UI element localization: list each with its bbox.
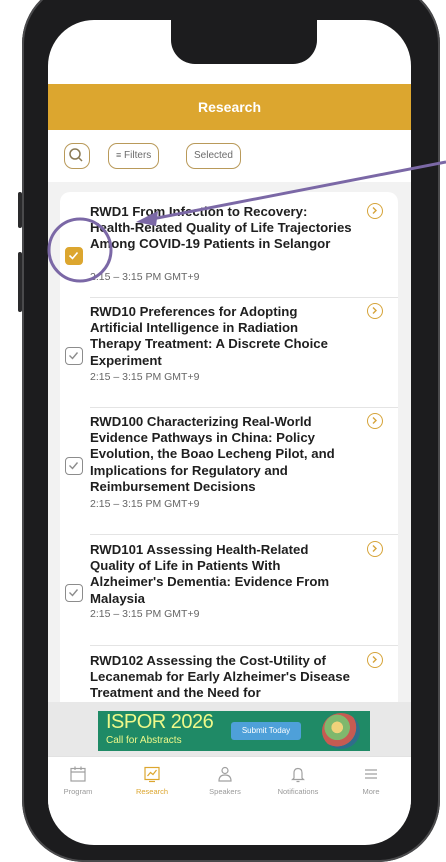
calendar-icon bbox=[70, 766, 86, 782]
list-item[interactable]: RWD10 Preferences for Adopting Artificia… bbox=[60, 299, 398, 399]
page-title: Research bbox=[197, 99, 262, 115]
session-checkbox[interactable] bbox=[65, 347, 83, 365]
session-checkbox[interactable] bbox=[65, 247, 83, 265]
list-item[interactable]: RWD101 Assessing Health-Related Quality … bbox=[60, 536, 398, 636]
session-title: RWD102 Assessing the Cost-Utility of Lec… bbox=[90, 653, 350, 701]
session-title: RWD1 From Infection to Recovery: Health-… bbox=[90, 204, 352, 252]
check-icon bbox=[69, 352, 79, 360]
session-list[interactable]: RWD1 From Infection to Recovery: Health-… bbox=[60, 192, 398, 712]
tab-research[interactable]: Research bbox=[122, 765, 182, 796]
check-icon bbox=[69, 589, 79, 597]
tab-program[interactable]: Program bbox=[48, 765, 108, 796]
tab-label: Research bbox=[135, 787, 169, 796]
session-time: 2:15 – 3:15 PM GMT+9 bbox=[90, 608, 200, 620]
check-icon bbox=[68, 251, 79, 260]
selected-label: Selected bbox=[194, 150, 233, 161]
divider bbox=[90, 297, 398, 298]
chevron-right-icon[interactable] bbox=[367, 541, 383, 557]
session-title: RWD10 Preferences for Adopting Artificia… bbox=[90, 304, 328, 368]
menu-icon bbox=[365, 769, 377, 779]
chevron-right-icon[interactable] bbox=[367, 303, 383, 319]
divider bbox=[90, 407, 398, 408]
ad-subtitle: Call for Abstracts bbox=[106, 735, 182, 746]
side-button bbox=[18, 252, 22, 312]
tab-label: Notifications bbox=[277, 787, 319, 796]
search-icon bbox=[69, 148, 83, 162]
tab-more[interactable]: More bbox=[341, 765, 401, 796]
tab-label: Program bbox=[63, 787, 93, 796]
tab-label: Speakers bbox=[209, 787, 241, 796]
ad-banner[interactable]: ISPOR 2026 Call for Abstracts Submit Tod… bbox=[48, 702, 411, 756]
session-time: 2:15 – 3:15 PM GMT+9 bbox=[90, 371, 200, 383]
filters-label: Filters bbox=[124, 150, 152, 161]
selected-button[interactable]: Selected bbox=[186, 143, 241, 169]
tab-notifications[interactable]: Notifications bbox=[268, 765, 328, 796]
notch bbox=[171, 20, 317, 64]
session-time: 2:15 – 3:15 PM GMT+9 bbox=[90, 271, 200, 283]
session-checkbox[interactable] bbox=[65, 457, 83, 475]
chevron-right-icon[interactable] bbox=[367, 413, 383, 429]
ad-artwork bbox=[322, 713, 360, 749]
ad-brand: ISPOR 2026 bbox=[106, 711, 214, 733]
ad-creative[interactable]: ISPOR 2026 Call for Abstracts Submit Tod… bbox=[98, 711, 370, 751]
session-time: 2:15 – 3:15 PM GMT+9 bbox=[90, 498, 200, 510]
tab-speakers[interactable]: Speakers bbox=[195, 765, 255, 796]
session-checkbox[interactable] bbox=[65, 584, 83, 602]
session-title: RWD100 Characterizing Real-World Evidenc… bbox=[90, 414, 335, 494]
check-icon bbox=[69, 462, 79, 470]
divider bbox=[90, 645, 398, 646]
divider bbox=[90, 534, 398, 535]
chart-icon bbox=[144, 766, 160, 783]
chevron-right-icon[interactable] bbox=[367, 652, 383, 668]
app-screen: Research ≡ Filters Selected RWD1 From In… bbox=[48, 20, 411, 845]
list-item[interactable]: RWD100 Characterizing Real-World Evidenc… bbox=[60, 409, 398, 527]
search-button[interactable] bbox=[64, 143, 90, 169]
tab-bar: Program Research Speakers Notifications bbox=[48, 756, 411, 811]
filter-bar: ≡ Filters Selected bbox=[48, 130, 411, 182]
page-header: Research bbox=[48, 84, 411, 130]
tab-label: More bbox=[362, 787, 380, 796]
filters-button[interactable]: ≡ Filters bbox=[108, 143, 160, 169]
person-icon bbox=[218, 766, 232, 782]
bell-icon bbox=[291, 767, 305, 783]
sliders-icon: ≡ bbox=[116, 150, 122, 160]
submit-today-button[interactable]: Submit Today bbox=[231, 722, 301, 740]
session-title: RWD101 Assessing Health-Related Quality … bbox=[90, 542, 330, 606]
list-item[interactable]: RWD1 From Infection to Recovery: Health-… bbox=[60, 200, 398, 300]
chevron-right-icon[interactable] bbox=[367, 203, 383, 219]
side-button bbox=[18, 192, 22, 228]
